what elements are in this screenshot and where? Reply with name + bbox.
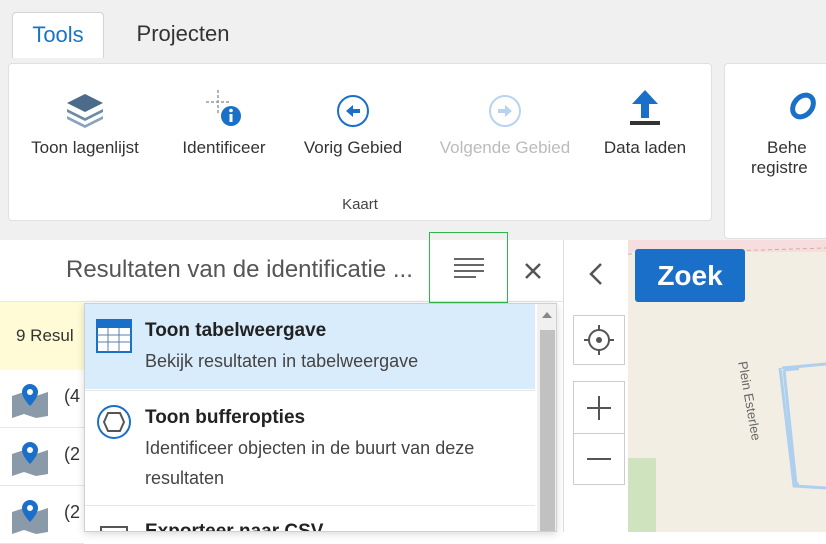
- collapse-panel-button[interactable]: [576, 252, 616, 296]
- tab-bar: Tools Projecten: [0, 0, 826, 58]
- result-count: (2: [64, 502, 81, 522]
- map-pin-icon: [12, 500, 48, 534]
- results-summary: 9 Resul: [0, 302, 84, 370]
- close-panel-button[interactable]: [518, 256, 548, 286]
- search-button[interactable]: Zoek: [635, 249, 745, 302]
- tool-label: Toon lagenlijst: [31, 138, 139, 157]
- layers-icon: [67, 94, 103, 128]
- result-row[interactable]: (2: [0, 428, 84, 486]
- close-icon: [525, 263, 541, 279]
- volgende-gebied-button[interactable]: Volgende Gebied: [429, 84, 581, 158]
- tab-tools[interactable]: Tools: [12, 12, 104, 58]
- tool-label: Data laden: [603, 138, 687, 157]
- menu-item-tabelweergave[interactable]: Toon tabelweergave Bekijk resultaten in …: [85, 304, 535, 389]
- table-icon: [96, 319, 132, 353]
- menu-item-title: Exporteer naar CSV: [145, 521, 324, 532]
- panel-title: Resultaten van de identificatie ...: [66, 256, 413, 283]
- map-pin-icon: [12, 442, 48, 476]
- crosshair-icon: [584, 325, 614, 355]
- plus-icon: [587, 395, 611, 420]
- menu-item-desc: Identificeer objecten in de buurt van de…: [145, 438, 475, 488]
- ribbon: Toon lagenlijst Identificeer Vorig Gebie…: [0, 58, 826, 240]
- next-extent-icon: [489, 95, 521, 127]
- identificeer-button[interactable]: Identificeer: [169, 84, 279, 158]
- result-count: (4: [64, 386, 81, 406]
- menu-scrollbar[interactable]: [537, 304, 556, 531]
- csv-icon: [100, 526, 128, 531]
- chevron-left-icon: [589, 263, 602, 285]
- menu-lines-icon: [453, 257, 484, 278]
- group-label: Kaart: [342, 196, 378, 213]
- link-icon: [790, 92, 816, 120]
- tool-label-line1: Behe: [767, 138, 807, 157]
- locate-button[interactable]: [573, 315, 625, 365]
- identify-icon: [206, 90, 241, 126]
- result-count: (2: [64, 444, 81, 464]
- panel-divider: [563, 240, 564, 532]
- zoom-in-button[interactable]: [573, 381, 625, 433]
- upload-icon: [630, 90, 660, 125]
- vorig-gebied-button[interactable]: Vorig Gebied: [291, 84, 415, 158]
- minus-icon: [587, 458, 611, 460]
- tab-projecten[interactable]: Projecten: [118, 12, 248, 58]
- result-row[interactable]: (2: [0, 486, 84, 544]
- menu-item-title: Toon bufferopties: [145, 407, 306, 428]
- ribbon-group-partial: Behe registre: [724, 63, 826, 239]
- buffer-icon: [97, 405, 131, 439]
- scroll-thumb[interactable]: [540, 330, 555, 531]
- beheer-button[interactable]: Behe registre: [751, 84, 826, 178]
- menu-item-desc: Bekijk resultaten in tabelweergave: [145, 351, 419, 371]
- result-row[interactable]: (4: [0, 370, 84, 428]
- menu-item-exporteer-csv[interactable]: Exporteer naar CSV: [85, 507, 535, 532]
- tool-label: Identificeer: [182, 138, 266, 157]
- zoom-out-button[interactable]: [573, 433, 625, 485]
- tool-label: Vorig Gebied: [303, 138, 403, 157]
- toon-lagenlijst-button[interactable]: Toon lagenlijst: [23, 84, 147, 158]
- results-options-menu: Toon tabelweergave Bekijk resultaten in …: [84, 303, 557, 532]
- menu-item-bufferopties[interactable]: Toon bufferopties Identificeer objecten …: [85, 390, 535, 506]
- previous-extent-icon: [337, 95, 369, 127]
- map-pin-icon: [12, 384, 48, 418]
- panel-menu-button[interactable]: [429, 232, 508, 303]
- scroll-up-arrow-icon[interactable]: [542, 312, 552, 318]
- tool-label: Volgende Gebied: [439, 138, 571, 157]
- tool-label-line2: registre: [751, 158, 808, 177]
- data-laden-button[interactable]: Data laden: [595, 84, 695, 158]
- ribbon-group-kaart: Toon lagenlijst Identificeer Vorig Gebie…: [8, 63, 712, 221]
- menu-item-title: Toon tabelweergave: [145, 320, 327, 341]
